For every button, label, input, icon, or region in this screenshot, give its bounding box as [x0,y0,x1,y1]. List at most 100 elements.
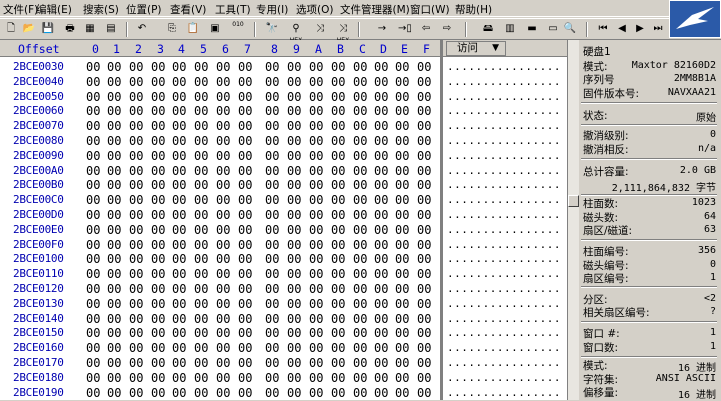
hex-byte[interactable]: 00 [265,282,279,296]
hex-byte[interactable]: 00 [194,371,208,385]
hex-byte[interactable]: 00 [129,164,143,178]
hex-byte[interactable]: 00 [238,149,252,163]
hex-byte[interactable]: 00 [172,267,186,281]
hex-byte[interactable]: 00 [86,223,100,237]
hex-byte[interactable]: 00 [151,386,165,400]
hex-byte[interactable]: 00 [86,297,100,311]
menu-item[interactable]: 编辑(E) [36,2,72,17]
hex-byte[interactable]: 00 [287,297,301,311]
hex-byte[interactable]: 00 [309,238,323,252]
hex-byte[interactable]: 00 [86,356,100,370]
hex-byte[interactable]: 00 [238,208,252,222]
hex-byte[interactable]: 00 [194,104,208,118]
text-row[interactable]: ................ [447,341,561,354]
hex-byte[interactable]: 00 [194,178,208,192]
hex-byte[interactable]: 00 [374,119,388,133]
hex-byte[interactable]: 00 [238,312,252,326]
hex-byte[interactable]: 00 [353,208,367,222]
hex-byte[interactable]: 00 [194,75,208,89]
hex-byte[interactable]: 00 [265,297,279,311]
binary-icon[interactable]: 010 [230,21,246,37]
hex-byte[interactable]: 00 [395,341,409,355]
hex-byte[interactable]: 00 [151,164,165,178]
hex-byte[interactable]: 00 [216,341,230,355]
hex-byte[interactable]: 00 [417,178,431,192]
hex-byte[interactable]: 00 [374,312,388,326]
hex-byte[interactable]: 00 [265,356,279,370]
text-row[interactable]: ................ [447,178,561,191]
hex-byte[interactable]: 00 [151,75,165,89]
hex-byte[interactable]: 00 [238,252,252,266]
hex-byte[interactable]: 00 [194,356,208,370]
hex-byte[interactable]: 00 [287,90,301,104]
hex-byte[interactable]: 00 [331,326,345,340]
search-icon[interactable]: 🔍 [562,21,578,37]
hex-byte[interactable]: 00 [287,238,301,252]
hex-byte[interactable]: 00 [172,238,186,252]
hex-byte[interactable]: 00 [353,119,367,133]
disk-editor-icon[interactable]: 🖴 [480,21,496,37]
hex-byte[interactable]: 00 [86,119,100,133]
hex-byte[interactable]: 00 [151,149,165,163]
hex-byte[interactable]: 00 [216,60,230,74]
menu-item[interactable]: 窗口(W) [410,2,450,17]
hex-byte[interactable]: 00 [238,178,252,192]
hex-byte[interactable]: 00 [309,104,323,118]
hex-byte[interactable]: 00 [417,252,431,266]
paste-icon[interactable]: 📋 [185,21,201,37]
hex-byte[interactable]: 00 [238,341,252,355]
hex-byte[interactable]: 00 [309,326,323,340]
hex-byte[interactable]: 00 [194,60,208,74]
hex-byte[interactable]: 00 [309,356,323,370]
hex-byte[interactable]: 00 [129,371,143,385]
hex-byte[interactable]: 00 [417,119,431,133]
hex-byte[interactable]: 00 [417,356,431,370]
hex-byte[interactable]: 00 [417,104,431,118]
hex-byte[interactable]: 00 [395,149,409,163]
hex-byte[interactable]: 00 [129,75,143,89]
hex-byte[interactable]: 00 [238,267,252,281]
hex-byte[interactable]: 00 [309,60,323,74]
hex-byte[interactable]: 00 [417,208,431,222]
forward-icon[interactable]: ⇨ [439,21,455,37]
menu-item[interactable]: 查看(V) [170,2,206,17]
hex-byte[interactable]: 00 [395,134,409,148]
next-sector-icon[interactable]: ▶ [632,21,648,37]
hex-byte[interactable]: 00 [417,386,431,400]
hex-byte[interactable]: 00 [287,223,301,237]
hex-byte[interactable]: 00 [395,178,409,192]
hex-byte[interactable]: 00 [331,164,345,178]
hex-byte[interactable]: 00 [395,312,409,326]
hex-byte[interactable]: 00 [86,326,100,340]
hex-byte[interactable]: 00 [216,282,230,296]
hex-byte[interactable]: 00 [417,282,431,296]
text-row[interactable]: ................ [447,223,561,236]
hex-byte[interactable]: 00 [172,149,186,163]
hex-byte[interactable]: 00 [194,282,208,296]
print-icon[interactable]: 🖶 [62,21,78,37]
hex-byte[interactable]: 00 [395,297,409,311]
hex-byte[interactable]: 00 [374,134,388,148]
new-file-icon[interactable]: 🗋 [3,21,19,37]
hex-byte[interactable]: 00 [287,164,301,178]
text-row[interactable]: ................ [447,164,561,177]
hex-byte[interactable]: 00 [395,208,409,222]
hex-byte[interactable]: 00 [287,149,301,163]
calculator-icon[interactable]: ▭ [545,21,561,37]
hex-byte[interactable]: 00 [374,252,388,266]
hex-byte[interactable]: 00 [374,164,388,178]
hex-byte[interactable]: 00 [287,208,301,222]
hex-byte[interactable]: 00 [194,238,208,252]
hex-byte[interactable]: 00 [265,75,279,89]
hex-byte[interactable]: 00 [216,193,230,207]
hex-byte[interactable]: 00 [86,164,100,178]
hex-byte[interactable]: 00 [331,297,345,311]
hex-byte[interactable]: 00 [216,75,230,89]
hex-byte[interactable]: 00 [107,60,121,74]
hex-byte[interactable]: 00 [309,119,323,133]
hex-byte[interactable]: 00 [374,282,388,296]
hex-byte[interactable]: 00 [86,341,100,355]
hex-byte[interactable]: 00 [309,371,323,385]
goto-offset-icon[interactable]: → [374,21,390,37]
hex-byte[interactable]: 00 [287,178,301,192]
